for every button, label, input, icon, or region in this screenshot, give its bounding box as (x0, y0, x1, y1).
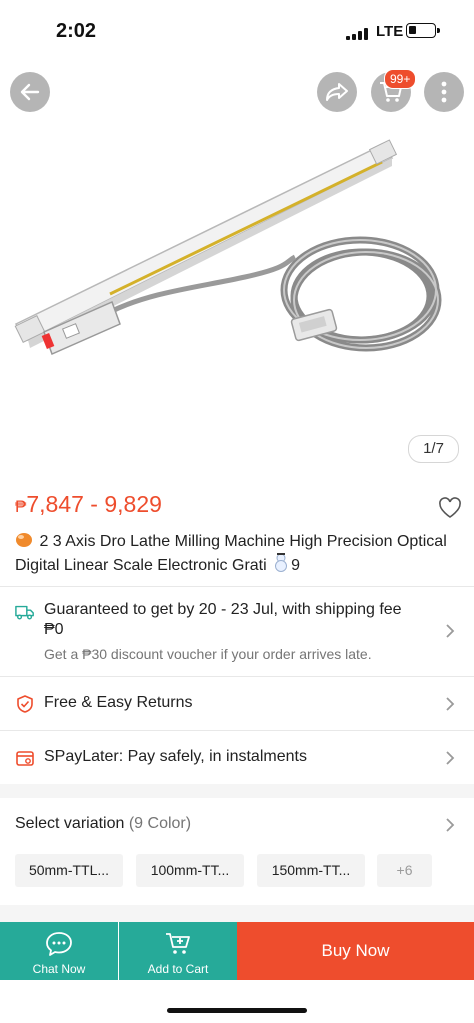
status-time: 2:02 (56, 20, 97, 42)
variation-more[interactable]: +6 (377, 854, 432, 887)
variation-title-text: Select variation (15, 815, 125, 832)
product-title-suffix: 9 (291, 557, 301, 574)
share-icon (326, 83, 348, 101)
bottom-action-bar: Chat Now Add to Cart Buy Now (0, 922, 474, 980)
variation-option-150mm[interactable]: 150mm-TT... (257, 854, 365, 887)
orange-ball-icon (16, 533, 32, 547)
more-button[interactable] (424, 72, 464, 112)
variation-count: (9 Color) (128, 815, 192, 832)
network-label: LTE (376, 23, 404, 40)
price-value: 7,847 - 9,829 (26, 491, 162, 517)
chat-now-button[interactable]: Chat Now (0, 922, 118, 980)
battery-icon (406, 23, 440, 38)
chat-icon (46, 932, 72, 956)
returns-label: Free & Easy Returns (44, 694, 193, 711)
back-button[interactable] (10, 72, 50, 112)
divider (0, 676, 474, 677)
variation-option-50mm[interactable]: 50mm-TTL... (15, 854, 123, 887)
add-to-cart-button[interactable]: Add to Cart (119, 922, 237, 980)
section-gap (0, 784, 474, 798)
heart-icon (439, 497, 461, 518)
shipping-line1: Guaranteed to get by 20 - 23 Jul, with s… (44, 601, 402, 618)
chevron-right-icon (446, 818, 455, 832)
price-range: ₱7,847 - 9,829 (15, 491, 162, 518)
section-gap (0, 905, 474, 922)
variation-option-100mm[interactable]: 100mm-TT... (136, 854, 244, 887)
currency-symbol: ₱ (15, 497, 27, 516)
status-bar: 2:02 LTE (0, 0, 474, 62)
divider (0, 730, 474, 731)
divider (0, 586, 474, 587)
add-to-cart-icon (166, 933, 190, 954)
shipping-note: Get a ₱30 discount voucher if your order… (44, 646, 372, 662)
paylater-icon (16, 751, 34, 766)
chat-now-label: Chat Now (32, 962, 86, 976)
product-title-text: 2 3 Axis Dro Lathe Milling Machine High … (15, 533, 447, 574)
shield-check-icon (17, 695, 33, 713)
share-button[interactable] (317, 72, 357, 112)
add-to-cart-label: Add to Cart (147, 962, 209, 976)
chevron-right-icon (446, 624, 455, 638)
linear-scale-image (14, 139, 442, 356)
product-image[interactable] (0, 62, 474, 480)
buy-now-button[interactable]: Buy Now (237, 922, 474, 980)
paylater-label: SPayLater: Pay safely, in instalments (44, 748, 307, 765)
cart-badge: 99+ (384, 69, 417, 89)
variation-title: Select variation (9 Color) (15, 815, 191, 833)
truck-icon (15, 605, 34, 620)
like-button[interactable] (438, 497, 462, 519)
home-indicator[interactable] (167, 1008, 307, 1013)
chevron-right-icon (446, 697, 455, 711)
arrow-left-icon (20, 83, 40, 101)
chevron-right-icon (446, 751, 455, 765)
shipping-line2: ₱0 (44, 621, 64, 638)
image-counter: 1/7 (408, 435, 459, 463)
signal-icon (346, 28, 370, 40)
more-vertical-icon (441, 81, 447, 103)
product-title: 2 3 Axis Dro Lathe Milling Machine High … (15, 530, 455, 576)
snowman-icon (275, 553, 288, 572)
